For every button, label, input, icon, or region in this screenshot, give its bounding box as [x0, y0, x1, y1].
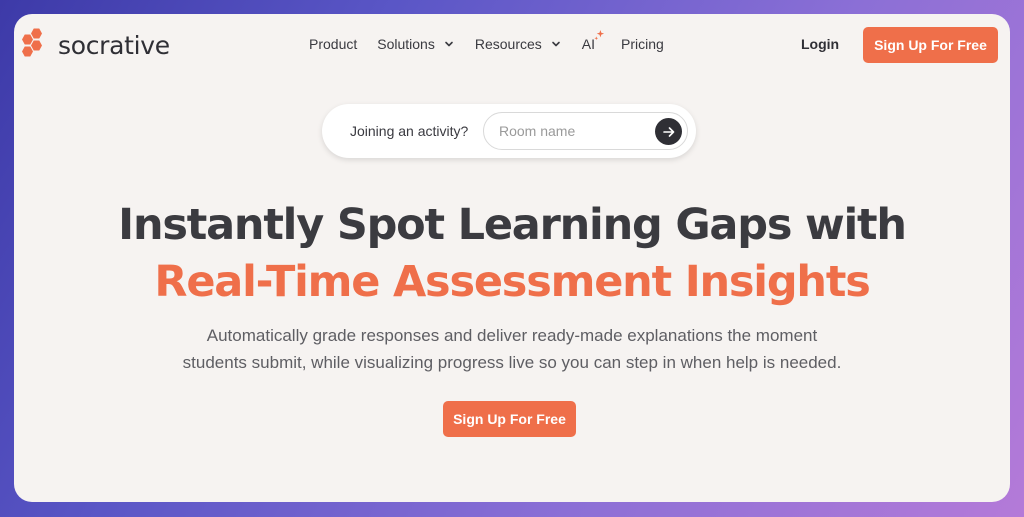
join-activity-bar: Joining an activity? [322, 104, 696, 158]
nav-item-label: AI [581, 36, 595, 52]
nav-item-ai[interactable]: AI [581, 30, 605, 52]
hero-headline-line1: Instantly Spot Learning Gaps with [118, 200, 907, 250]
nav-item-pricing[interactable]: Pricing [621, 36, 664, 52]
hero-subtext: Automatically grade responses and delive… [14, 322, 1010, 376]
hero-subtext-line2: students submit, while visualizing progr… [182, 353, 842, 372]
hero-headline-line2: Real-Time Assessment Insights [154, 257, 870, 307]
nav-item-solutions[interactable]: Solutions [377, 36, 455, 52]
nav-item-label: Pricing [621, 36, 664, 52]
nav-item-label: Product [309, 36, 358, 52]
arrow-right-icon [662, 126, 674, 137]
join-submit-button[interactable] [655, 118, 682, 145]
logo-hexagon-icon [22, 28, 50, 62]
sparkle-icon [594, 30, 605, 41]
nav-item-label: Solutions [377, 36, 435, 52]
join-activity-label: Joining an activity? [350, 123, 469, 139]
header-signup-button[interactable]: Sign Up For Free [863, 27, 998, 63]
brand-name: socrative [58, 30, 170, 60]
nav-item-label: Resources [474, 36, 542, 52]
nav-item-resources[interactable]: Resources [475, 36, 562, 52]
brand-logo[interactable]: socrative [22, 28, 170, 62]
hero-subtext-line1: Automatically grade responses and delive… [206, 326, 818, 345]
hero-signup-button[interactable]: Sign Up For Free [443, 401, 576, 437]
chevron-down-icon [551, 41, 560, 47]
nav-item-product[interactable]: Product [309, 36, 357, 52]
page-card: socrative Product Solutions Resources AI… [14, 14, 1010, 502]
chevron-down-icon [445, 41, 453, 47]
main-nav: Product Solutions Resources AI Pricing [309, 30, 664, 52]
login-link[interactable]: Login [801, 36, 839, 52]
